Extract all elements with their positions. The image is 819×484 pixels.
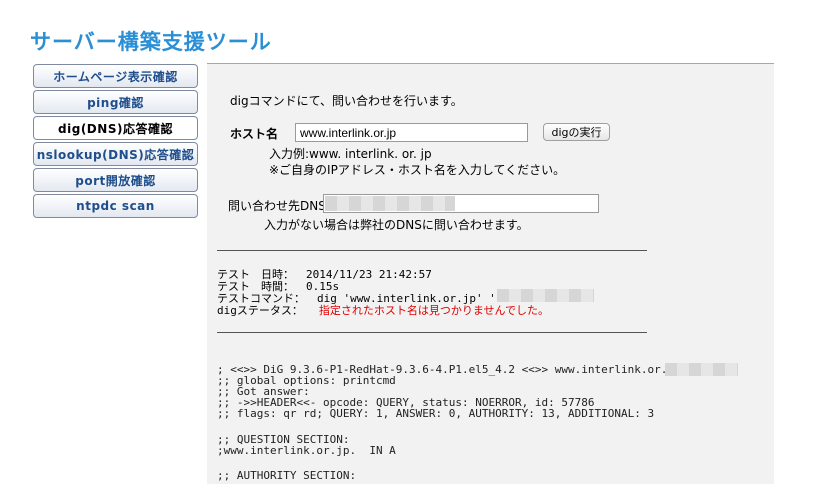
divider-bottom (217, 332, 647, 333)
main-panel: digコマンドにて、問い合わせを行います。 ホスト名 digの実行 入力例:ww… (207, 63, 774, 484)
nav-nslookup-check-button[interactable]: nslookup(DNS)応答確認 (33, 142, 198, 166)
nav-port-check-button[interactable]: port開放確認 (33, 168, 198, 192)
nav-ping-check-button[interactable]: ping確認 (33, 90, 198, 114)
dig-output-line: ;www.interlink.or.jp. IN A (217, 444, 396, 457)
dig-status-label: digステータス： (217, 304, 303, 317)
dig-status-row: digステータス： 指定されたホスト名は見つかりませんでした。 (217, 302, 549, 318)
dns-label: 問い合わせ先DNS= (228, 199, 336, 213)
dig-status-value: 指定されたホスト名は見つかりませんでした。 (318, 304, 549, 317)
nav-ntpdc-scan-button[interactable]: ntpdc scan (33, 194, 198, 218)
sidebar-nav: ホームページ表示確認 ping確認 dig(DNS)応答確認 nslookup(… (33, 64, 198, 220)
app-title: サーバー構築支援ツール (30, 30, 272, 54)
dig-run-button[interactable]: digの実行 (543, 123, 610, 141)
nav-dig-check-button[interactable]: dig(DNS)応答確認 (33, 116, 198, 140)
dig-output-line: ;; flags: qr rd; QUERY: 1, ANSWER: 0, AU… (217, 407, 655, 420)
dns-note: 入力がない場合は弊社のDNSに問い合わせます。 (264, 218, 529, 232)
nav-homepage-check-button[interactable]: ホームページ表示確認 (33, 64, 198, 88)
host-label: ホスト名 (230, 127, 279, 141)
divider-top (217, 250, 647, 251)
redacted-command-target (497, 289, 594, 302)
redacted-server-address (665, 363, 738, 376)
host-input[interactable] (295, 123, 528, 142)
host-example-note: ※ご自身のIPアドレス・ホスト名を入力してください。 (269, 163, 566, 177)
host-example: 入力例:www. interlink. or. jp (269, 147, 432, 161)
intro-text: digコマンドにて、問い合わせを行います。 (230, 94, 463, 108)
dig-output-line: ;; AUTHORITY SECTION: (217, 469, 357, 482)
redacted-dns-value (325, 196, 455, 211)
